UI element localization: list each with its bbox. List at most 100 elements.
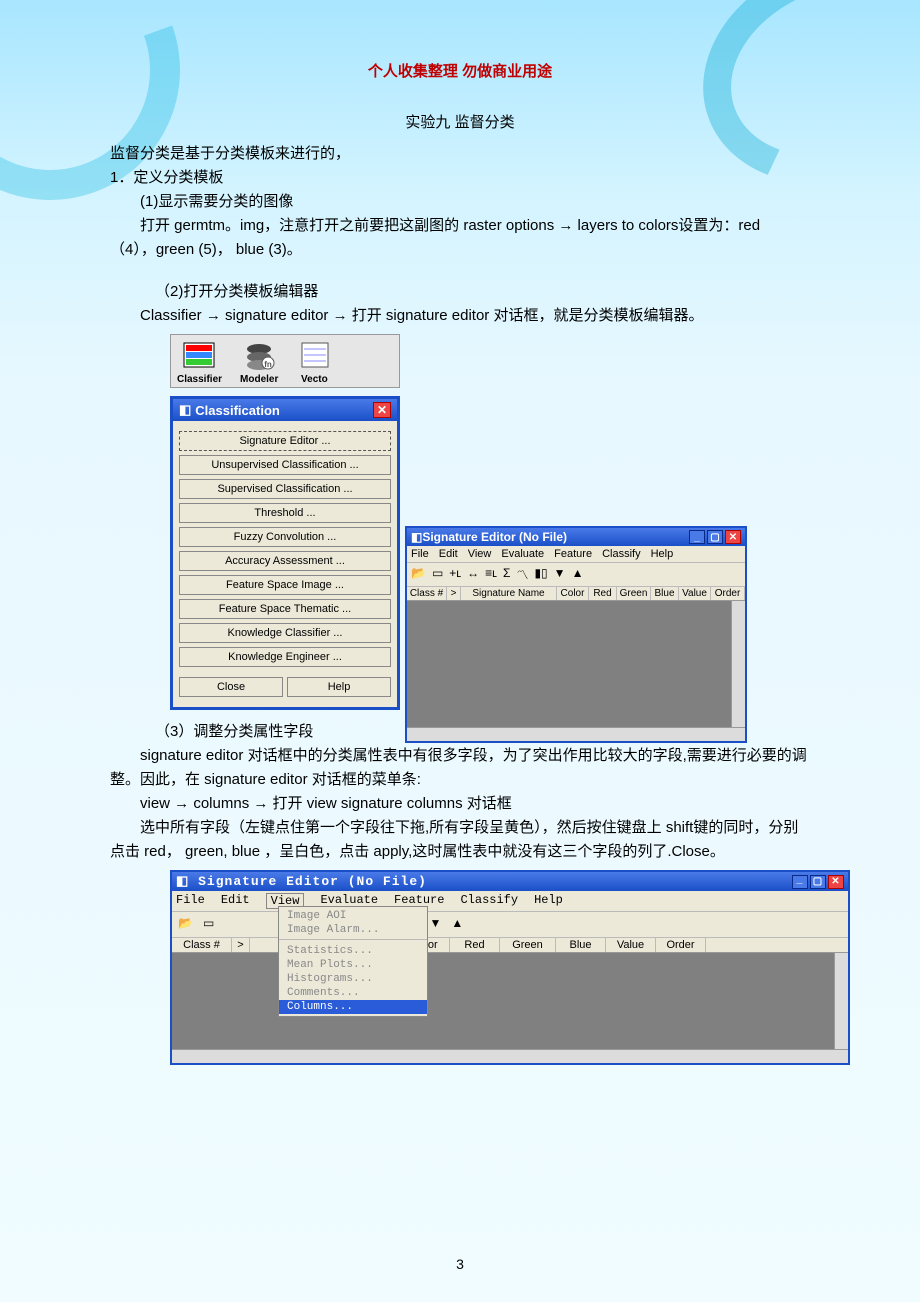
close-icon[interactable]: ✕ bbox=[373, 402, 391, 418]
figure-signature-editor-large: ◧ Signature Editor (No File) _ ▢ ✕ File … bbox=[170, 870, 810, 1065]
minimize-icon[interactable]: _ bbox=[792, 875, 808, 889]
classifier-button[interactable]: Classifier bbox=[177, 339, 222, 385]
col-red[interactable]: Red bbox=[450, 938, 500, 952]
menu-view[interactable]: View bbox=[468, 548, 492, 560]
signature-menubar: File Edit View Evaluate Feature Classify… bbox=[172, 891, 848, 912]
menu-edit[interactable]: Edit bbox=[221, 893, 250, 909]
menu-edit[interactable]: Edit bbox=[439, 548, 458, 560]
classification-title: Classification bbox=[195, 403, 280, 418]
menuitem-image-alarm[interactable]: Image Alarm... bbox=[279, 923, 427, 937]
col-order[interactable]: Order bbox=[656, 938, 706, 952]
fs-thematic-button[interactable]: Feature Space Thematic ... bbox=[179, 599, 391, 619]
signature-columns: Class # > Signature Name Color Red Green… bbox=[407, 587, 745, 601]
menu-file[interactable]: File bbox=[411, 548, 429, 560]
col-color[interactable]: Color bbox=[557, 587, 589, 600]
accuracy-button[interactable]: Accuracy Assessment ... bbox=[179, 551, 391, 571]
knowledge-classifier-button[interactable]: Knowledge Classifier ... bbox=[179, 623, 391, 643]
classification-titlebar: ◧ Classification ✕ bbox=[173, 399, 397, 421]
col-signame[interactable]: Signature Name bbox=[461, 587, 557, 600]
paragraph: Classifier → signature editor → 打开 signa… bbox=[110, 304, 810, 328]
menu-classify[interactable]: Classify bbox=[602, 548, 641, 560]
horizontal-scrollbar[interactable] bbox=[172, 1049, 848, 1063]
vertical-scrollbar[interactable] bbox=[834, 953, 848, 1049]
menu-help[interactable]: Help bbox=[534, 893, 563, 909]
horizontal-scrollbar[interactable] bbox=[407, 727, 745, 741]
window-icon: ◧ bbox=[176, 874, 189, 889]
menuitem-columns[interactable]: Columns... bbox=[279, 1000, 427, 1014]
up-icon[interactable]: ▲ bbox=[572, 566, 584, 583]
close-button[interactable]: Close bbox=[179, 677, 283, 697]
add-icon[interactable]: +ʟ bbox=[449, 566, 461, 583]
close-icon[interactable]: ✕ bbox=[725, 530, 741, 544]
col-green[interactable]: Green bbox=[500, 938, 556, 952]
col-blue[interactable]: Blue bbox=[556, 938, 606, 952]
signature-toolbar: 📂 ▭ 〽 ▮▯ ▼ ▲ bbox=[172, 912, 848, 938]
paragraph: view → columns → 打开 view signature colum… bbox=[110, 792, 810, 816]
up-icon[interactable]: ▲ bbox=[451, 916, 463, 933]
histogram-icon[interactable]: ▮▯ bbox=[534, 566, 547, 583]
menuitem-comments[interactable]: Comments... bbox=[279, 986, 427, 1000]
knowledge-engineer-button[interactable]: Knowledge Engineer ... bbox=[179, 647, 391, 667]
col-class[interactable]: Class # bbox=[407, 587, 447, 600]
signature-toolbar: 📂 ▭ +ʟ ↔ ≡ʟ Σ 〽 ▮▯ ▼ ▲ bbox=[407, 563, 745, 587]
col-class[interactable]: Class # bbox=[172, 938, 232, 952]
supervised-button[interactable]: Supervised Classification ... bbox=[179, 479, 391, 499]
signature-editor-window-large: ◧ Signature Editor (No File) _ ▢ ✕ File … bbox=[170, 870, 850, 1065]
open-icon[interactable]: 📂 bbox=[411, 566, 426, 583]
menuitem-mean-plots[interactable]: Mean Plots... bbox=[279, 958, 427, 972]
plot-icon[interactable]: 〽 bbox=[516, 566, 528, 583]
col-arrow[interactable]: > bbox=[447, 587, 461, 600]
sigma-icon[interactable]: Σ bbox=[503, 566, 510, 583]
view-dropdown: Image AOI Image Alarm... Statistics... M… bbox=[278, 906, 428, 1017]
signature-grid[interactable] bbox=[172, 953, 848, 1063]
heading-1-1: (1)显示需要分类的图像 bbox=[110, 190, 810, 214]
new-icon[interactable]: ▭ bbox=[203, 916, 214, 933]
fs-image-button[interactable]: Feature Space Image ... bbox=[179, 575, 391, 595]
new-icon[interactable]: ▭ bbox=[432, 566, 443, 583]
help-button[interactable]: Help bbox=[287, 677, 391, 697]
col-red[interactable]: Red bbox=[589, 587, 617, 600]
vertical-scrollbar[interactable] bbox=[731, 601, 745, 727]
vector-button[interactable]: Vecto bbox=[296, 339, 332, 385]
down-icon[interactable]: ▼ bbox=[554, 566, 566, 583]
menuitem-statistics[interactable]: Statistics... bbox=[279, 944, 427, 958]
menu-feature[interactable]: Feature bbox=[554, 548, 592, 560]
down-icon[interactable]: ▼ bbox=[430, 916, 442, 933]
close-icon[interactable]: ✕ bbox=[828, 875, 844, 889]
signature-menubar: File Edit View Evaluate Feature Classify… bbox=[407, 546, 745, 563]
classifier-label: Classifier bbox=[177, 374, 222, 385]
signature-grid[interactable] bbox=[407, 601, 745, 741]
vector-label: Vecto bbox=[301, 374, 328, 385]
page-title: 实验九 监督分类 bbox=[110, 111, 810, 132]
menu-file[interactable]: File bbox=[176, 893, 205, 909]
col-value[interactable]: Value bbox=[606, 938, 656, 952]
signature-titlebar: ◧ Signature Editor (No File) _ ▢ ✕ bbox=[407, 528, 745, 546]
col-value[interactable]: Value bbox=[679, 587, 711, 600]
replace-icon[interactable]: ≡ʟ bbox=[485, 566, 497, 583]
threshold-button[interactable]: Threshold ... bbox=[179, 503, 391, 523]
signature-titlebar: ◧ Signature Editor (No File) _ ▢ ✕ bbox=[172, 872, 848, 891]
unsupervised-button[interactable]: Unsupervised Classification ... bbox=[179, 455, 391, 475]
menuitem-image-aoi[interactable]: Image AOI bbox=[279, 909, 427, 923]
open-icon[interactable]: 📂 bbox=[178, 916, 193, 933]
merge-icon[interactable]: ↔ bbox=[467, 566, 479, 583]
maximize-icon[interactable]: ▢ bbox=[707, 530, 723, 544]
col-green[interactable]: Green bbox=[617, 587, 651, 600]
paragraph: 打开 germtm。img，注意打开之前要把这副图的 raster option… bbox=[110, 214, 810, 262]
minimize-icon[interactable]: _ bbox=[689, 530, 705, 544]
col-blue[interactable]: Blue bbox=[651, 587, 679, 600]
heading-1: 1．定义分类模板 bbox=[110, 166, 810, 190]
fuzzy-button[interactable]: Fuzzy Convolution ... bbox=[179, 527, 391, 547]
maximize-icon[interactable]: ▢ bbox=[810, 875, 826, 889]
menu-help[interactable]: Help bbox=[651, 548, 674, 560]
menu-evaluate[interactable]: Evaluate bbox=[501, 548, 544, 560]
modeler-label: Modeler bbox=[240, 374, 278, 385]
menuitem-histograms[interactable]: Histograms... bbox=[279, 972, 427, 986]
signature-editor-window: ◧ Signature Editor (No File) _ ▢ ✕ File … bbox=[405, 526, 747, 743]
col-order[interactable]: Order bbox=[711, 587, 745, 600]
col-arrow[interactable]: > bbox=[232, 938, 250, 952]
modeler-button[interactable]: fn Modeler bbox=[240, 339, 278, 385]
signature-editor-button[interactable]: Signature Editor ... bbox=[179, 431, 391, 451]
menu-separator bbox=[279, 939, 427, 942]
menu-classify[interactable]: Classify bbox=[460, 893, 518, 909]
